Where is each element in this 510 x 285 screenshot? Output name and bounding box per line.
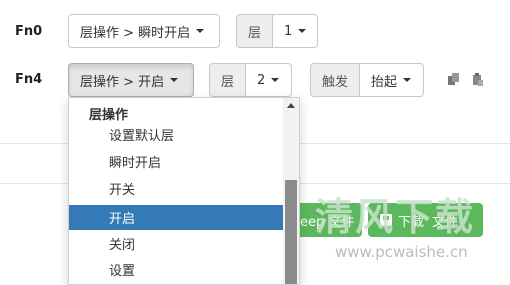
layer-value-fn4: 2 [257, 72, 266, 88]
dropdown-item-set[interactable]: 设置 [69, 257, 285, 282]
paste-icon[interactable] [472, 73, 484, 87]
dropdown-item-momentary[interactable]: 瞬时开启 [69, 149, 285, 174]
dropdown-item-on[interactable]: 开启 [69, 205, 285, 230]
layer-value-fn0: 1 [284, 23, 293, 39]
trigger-value-fn4: 抬起 [371, 74, 398, 90]
chevron-down-icon [170, 78, 179, 82]
action-dropdown-fn0[interactable]: 层操作 > 瞬时开启 [68, 14, 220, 48]
action-value-fn4: 层操作 > 开启 [80, 74, 165, 90]
chevron-down-icon [298, 29, 307, 33]
layer-addon-fn0: 层 [236, 14, 274, 48]
trigger-addon-fn4: 触发 [310, 63, 361, 97]
copy-icon[interactable] [448, 73, 460, 87]
action-dropdown-fn4[interactable]: 层操作 > 开启 [68, 63, 194, 97]
row-label-fn4: Fn4 [15, 72, 43, 87]
watermark-url: www.pcwaishe.cn [335, 243, 468, 261]
chevron-down-icon [196, 29, 205, 33]
watermark-title: 清风下载 [315, 195, 476, 239]
row-label-fn0: Fn0 [15, 24, 43, 39]
trigger-select-fn4[interactable]: 抬起 [360, 63, 425, 97]
dropdown-item-toggle[interactable]: 开关 [69, 176, 285, 201]
dropdown-item-off[interactable]: 关闭 [69, 231, 285, 256]
layer-group-fn4: 层 2 [209, 63, 293, 97]
dropdown-scrollbar[interactable] [283, 98, 299, 284]
chevron-down-icon [403, 78, 412, 82]
layer-select-fn0[interactable]: 1 [273, 14, 319, 48]
chevron-down-icon [271, 78, 280, 82]
layer-group-fn0: 层 1 [236, 14, 319, 48]
action-dropdown-menu[interactable]: 层操作 设置默认层 瞬时开启 开关 开启 关闭 设置 [68, 97, 300, 285]
scroll-up-arrow-icon[interactable] [287, 103, 295, 108]
dropdown-item-set-default-layer[interactable]: 设置默认层 [69, 122, 285, 147]
trigger-group-fn4: 触发 抬起 [310, 63, 425, 97]
layer-select-fn4[interactable]: 2 [246, 63, 293, 97]
action-value-fn0: 层操作 > 瞬时开启 [80, 25, 191, 41]
layer-addon-fn4: 层 [209, 63, 247, 97]
scrollbar-thumb[interactable] [285, 180, 297, 284]
